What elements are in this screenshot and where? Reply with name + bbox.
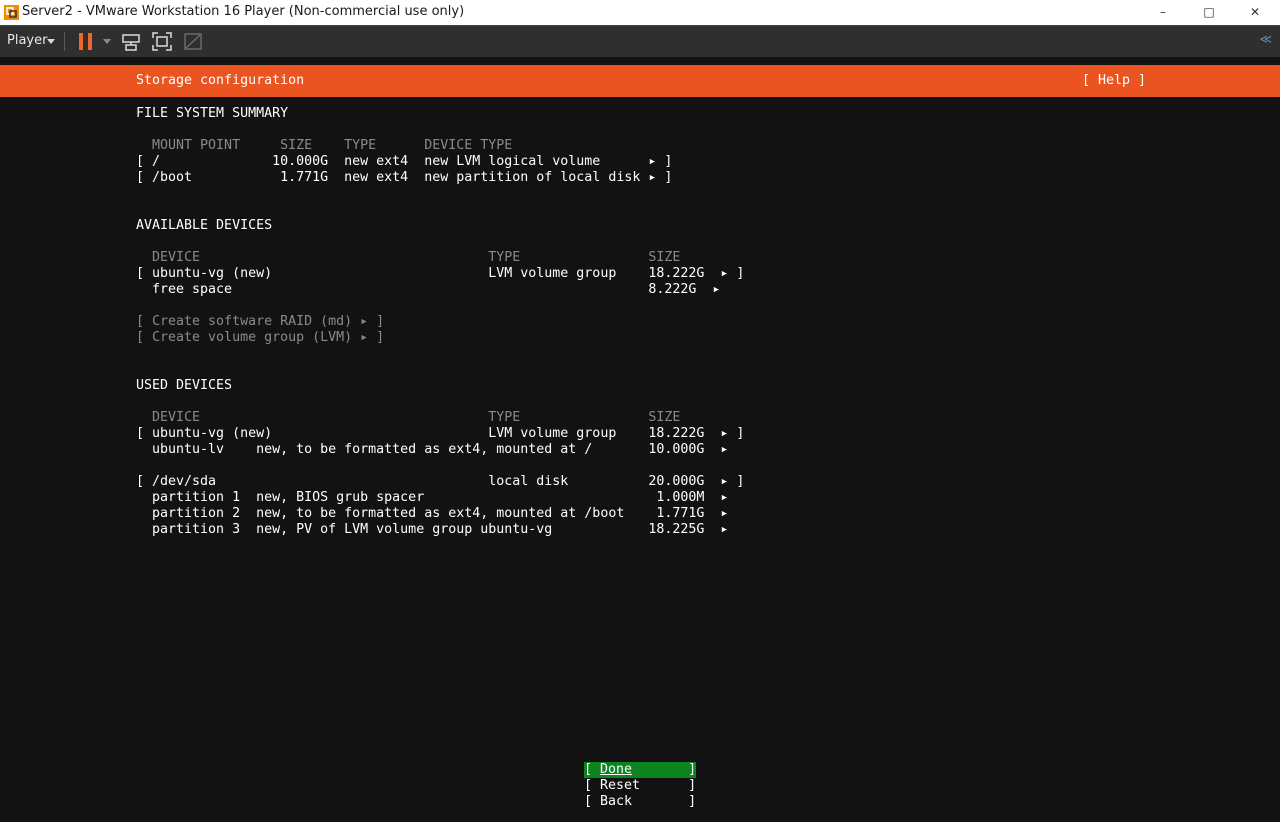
- power-options-chevron-down-icon[interactable]: [103, 39, 111, 44]
- available-devices-heading: AVAILABLE DEVICES: [136, 218, 273, 233]
- fs-summary-row-boot[interactable]: [ /boot 1.771G new ext4 new partition of…: [136, 170, 672, 186]
- used-device-partition-2[interactable]: partition 2 new, to be formatted as ext4…: [136, 506, 728, 522]
- unity-icon[interactable]: [182, 31, 204, 52]
- page-title: Storage configuration: [136, 73, 305, 88]
- pause-icon[interactable]: [79, 33, 93, 50]
- done-button-close: ]: [632, 762, 697, 777]
- available-device-free-space[interactable]: free space 8.222G ▸: [136, 282, 720, 298]
- player-menu-button[interactable]: Player: [7, 33, 47, 48]
- player-menu-chevron-down-icon[interactable]: [47, 39, 55, 44]
- fullscreen-icon[interactable]: [151, 31, 173, 52]
- help-button[interactable]: [ Help ]: [1082, 74, 1146, 88]
- fs-summary-heading: FILE SYSTEM SUMMARY: [136, 106, 289, 121]
- done-button[interactable]: [ Done ]: [584, 762, 696, 778]
- back-button[interactable]: [ Back ]: [584, 794, 696, 810]
- window-title: Server2 - VMware Workstation 16 Player (…: [22, 4, 465, 19]
- minimize-button[interactable]: –: [1140, 0, 1186, 25]
- create-software-raid-button[interactable]: [ Create software RAID (md) ▸ ]: [136, 314, 384, 330]
- send-keys-icon[interactable]: [120, 31, 142, 52]
- maximize-button[interactable]: □: [1186, 0, 1232, 25]
- fs-summary-column-headers: MOUNT POINT SIZE TYPE DEVICE TYPE: [136, 138, 513, 153]
- close-button[interactable]: ✕: [1232, 0, 1278, 25]
- used-devices-column-headers: DEVICE TYPE SIZE: [136, 410, 681, 425]
- used-device-dev-sda[interactable]: [ /dev/sda local disk 20.000G ▸ ]: [136, 474, 744, 490]
- done-button-open: [: [584, 762, 601, 777]
- reset-button[interactable]: [ Reset ]: [584, 778, 696, 794]
- done-button-label: Done: [600, 762, 633, 777]
- create-volume-group-button[interactable]: [ Create volume group (LVM) ▸ ]: [136, 330, 384, 346]
- used-device-partition-3[interactable]: partition 3 new, PV of LVM volume group …: [136, 522, 728, 538]
- player-toolbar: Player ≪: [0, 25, 1280, 58]
- available-devices-column-headers: DEVICE TYPE SIZE: [136, 250, 681, 265]
- used-devices-heading: USED DEVICES: [136, 378, 233, 393]
- used-device-partition-1[interactable]: partition 1 new, BIOS grub spacer 1.000M…: [136, 490, 728, 506]
- toolbar-divider: [64, 32, 65, 51]
- window-titlebar: Server2 - VMware Workstation 16 Player (…: [0, 0, 1280, 25]
- installer-header: Storage configuration [ Help ]: [0, 65, 1280, 97]
- collapse-toolbar-icon[interactable]: ≪: [1259, 32, 1272, 46]
- used-device-ubuntu-lv[interactable]: ubuntu-lv new, to be formatted as ext4, …: [136, 442, 728, 458]
- vmware-logo-icon: [4, 5, 19, 20]
- fs-summary-row-root[interactable]: [ / 10.000G new ext4 new LVM logical vol…: [136, 154, 672, 170]
- vm-console[interactable]: Storage configuration [ Help ] FILE SYST…: [0, 57, 1280, 822]
- used-device-ubuntu-vg[interactable]: [ ubuntu-vg (new) LVM volume group 18.22…: [136, 426, 744, 442]
- available-device-ubuntu-vg[interactable]: [ ubuntu-vg (new) LVM volume group 18.22…: [136, 266, 744, 282]
